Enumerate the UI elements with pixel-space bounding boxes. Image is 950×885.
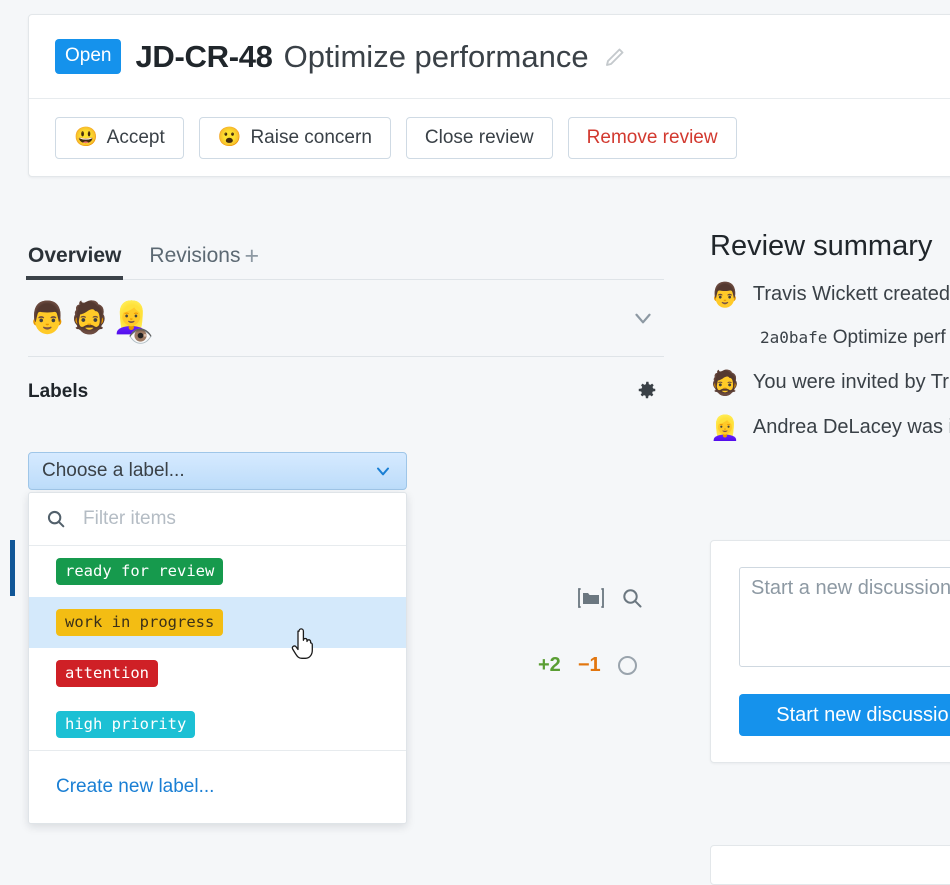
left-accent-bar	[10, 540, 15, 596]
purple-concerned-face-icon: 😮	[217, 127, 242, 148]
review-summary-panel: Review summary 👨 Travis Wickett created …	[710, 230, 950, 460]
avatar-bearded-reviewer: 🧔	[710, 370, 740, 398]
create-new-label-link[interactable]: Create new label...	[56, 776, 214, 798]
tab-bar: Overview Revisions +	[25, 228, 664, 280]
review-header-card: Open JD-CR-48 Optimize performance 😃 Acc…	[28, 14, 950, 177]
label-option-attention[interactable]: attention	[29, 648, 406, 699]
accept-button[interactable]: 😃 Accept	[55, 116, 184, 159]
issue-key: JD-CR-48	[135, 38, 273, 74]
label-chip: work in progress	[56, 608, 224, 637]
summary-row: 👱‍♀️ Andrea DeLacey was i	[710, 414, 950, 442]
label-option-ready-for-review[interactable]: ready for review	[29, 546, 406, 597]
review-summary-heading: Review summary	[710, 230, 933, 262]
summary-row-text: Travis Wickett created	[752, 283, 950, 305]
search-icon	[45, 508, 67, 530]
avatar-participant-3[interactable]: 👱‍♀️ 👁️	[112, 299, 153, 347]
left-column: Overview Revisions + 👨 🧔 👱‍♀️ 👁️ Labels	[25, 228, 664, 824]
new-discussion-card: Start new discussion	[710, 540, 950, 763]
pencil-icon[interactable]	[603, 45, 627, 69]
label-filter-input[interactable]	[81, 507, 390, 531]
participants-row: 👨 🧔 👱‍♀️ 👁️	[28, 280, 664, 357]
review-title-row: Open JD-CR-48 Optimize performance	[29, 15, 950, 99]
labels-section: Labels	[28, 357, 664, 403]
commit-message: Optimize perf	[832, 327, 946, 349]
label-picker: Choose a label... ready for review	[28, 452, 407, 824]
start-new-discussion-button[interactable]: Start new discussion	[739, 694, 950, 736]
raise-concern-button-label: Raise concern	[250, 126, 372, 148]
label-option-work-in-progress[interactable]: work in progress	[29, 597, 406, 648]
label-select-value: Choose a label...	[42, 460, 185, 481]
tab-overview-label: Overview	[28, 244, 122, 267]
search-icon[interactable]	[620, 586, 644, 615]
empty-circle-icon[interactable]	[617, 656, 637, 675]
label-chip: ready for review	[56, 557, 224, 586]
avatar-participant-2-emoji: 🧔	[70, 300, 109, 335]
gear-icon[interactable]	[636, 379, 658, 406]
review-actions-row: 😃 Accept 😮 Raise concern Close review Re…	[29, 99, 950, 176]
page-title: Optimize performance	[283, 38, 589, 74]
label-dropdown-panel: ready for review work in progress attent…	[28, 492, 407, 824]
label-option-high-priority[interactable]: high priority	[29, 699, 406, 750]
close-review-button[interactable]: Close review	[405, 116, 553, 159]
remove-review-button-label: Remove review	[586, 126, 718, 148]
label-chip: attention	[56, 659, 158, 688]
status-badge: Open	[55, 39, 122, 74]
avatar-participant-1-emoji: 👨	[28, 300, 67, 335]
summary-row-text: Andrea DeLacey was i	[752, 415, 950, 438]
summary-row: 👨 Travis Wickett created	[710, 282, 950, 309]
close-review-button-label: Close review	[424, 126, 534, 148]
chevron-down-icon[interactable]	[630, 305, 656, 331]
additions-count: +2	[538, 654, 561, 676]
deletions-count: −1	[577, 654, 601, 676]
summary-row: 🧔 You were invited by Tr	[710, 370, 950, 398]
chevron-down-icon	[373, 461, 393, 481]
green-smiling-face-icon: 😃	[74, 127, 98, 148]
secondary-discussion-card	[710, 845, 950, 885]
label-filter-row	[29, 493, 406, 546]
eye-watcher-badge-icon: 👁️	[128, 326, 153, 348]
avatar-participant-2[interactable]: 🧔	[70, 299, 109, 337]
diff-toolbar	[578, 586, 644, 615]
avatar-travis-wickett: 👨	[710, 282, 740, 309]
discussion-textarea[interactable]	[739, 567, 950, 667]
plus-icon[interactable]: +	[244, 244, 259, 269]
label-select-trigger[interactable]: Choose a label...	[28, 452, 407, 490]
tab-overview[interactable]: Overview	[25, 244, 124, 280]
diff-counts: +2 −1	[538, 654, 637, 677]
remove-review-button[interactable]: Remove review	[567, 116, 737, 159]
avatar-participant-1[interactable]: 👨	[28, 299, 67, 337]
raise-concern-button[interactable]: 😮 Raise concern	[198, 116, 391, 159]
summary-commit-line: 2a0bafe Optimize perf	[760, 327, 950, 349]
summary-row-text: You were invited by Tr	[752, 371, 949, 394]
commit-hash[interactable]: 2a0bafe	[760, 328, 827, 347]
folder-brackets-icon[interactable]	[578, 586, 604, 615]
accept-button-label: Accept	[106, 126, 165, 148]
labels-heading: Labels	[28, 381, 89, 402]
avatar-andrea-delacey: 👱‍♀️	[710, 414, 740, 442]
tab-revisions-label: Revisions	[149, 244, 241, 267]
tab-revisions[interactable]: Revisions +	[149, 244, 259, 279]
label-chip: high priority	[56, 710, 196, 739]
label-dropdown-footer: Create new label...	[29, 750, 406, 823]
